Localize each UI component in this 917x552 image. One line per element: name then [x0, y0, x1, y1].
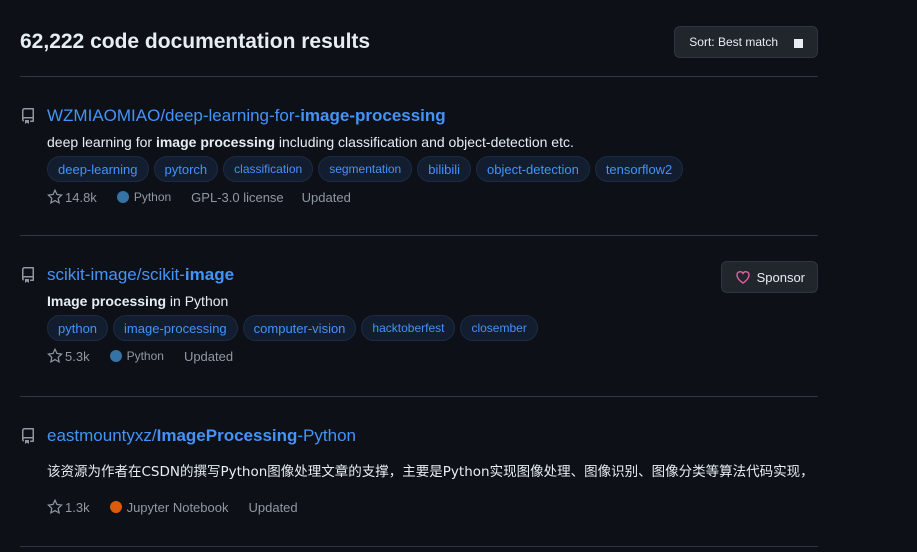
updated-label: Updated [183, 348, 234, 364]
repo-description: Image processing in Python [47, 293, 229, 309]
divider [20, 235, 818, 236]
sponsor-label: Sponsor [756, 269, 805, 285]
updated-label: Updated [301, 189, 351, 205]
search-result-2: scikit-image/scikit-image Sponsor Image … [20, 261, 818, 365]
repo-meta: 5.3k Python Updated [47, 347, 818, 365]
language: Jupyter Notebook [109, 500, 228, 515]
star-icon [47, 348, 63, 364]
divider [20, 546, 818, 547]
language-color-dot [109, 501, 122, 513]
topic-tag[interactable]: hacktoberfest [361, 315, 456, 341]
topic-tag[interactable]: deep-learning [47, 156, 149, 182]
topic-tag[interactable]: closember [460, 315, 538, 341]
topic-list: python image-processing computer-vision … [47, 315, 818, 341]
topic-tag[interactable]: tensorflow2 [594, 156, 684, 182]
repo-link[interactable]: eastmountyxz/ImageProcessing-Python [47, 426, 356, 446]
language: Python [109, 349, 164, 363]
repo-icon [21, 428, 34, 444]
language-color-dot [109, 350, 122, 362]
topic-tag[interactable]: classification [223, 156, 314, 182]
star-count[interactable]: 14.8k [47, 189, 97, 205]
topic-tag[interactable]: bilibili [417, 156, 472, 182]
repo-description: deep learning for image processing inclu… [47, 134, 574, 150]
repo-link[interactable]: WZMIAOMIAO/deep-learning-for-image-proce… [47, 106, 446, 126]
results-header: 62,222 code documentation results Sort: … [20, 24, 818, 60]
repo-icon [21, 267, 34, 283]
divider [20, 396, 818, 397]
repo-link[interactable]: scikit-image/scikit-image [47, 265, 234, 285]
language-color-dot [116, 191, 129, 203]
results-count-title: 62,222 code documentation results [20, 30, 371, 53]
star-icon [47, 189, 63, 205]
repo-meta: 1.3k Jupyter Notebook Updated [47, 498, 818, 516]
topic-tag[interactable]: object-detection [476, 156, 590, 182]
search-result-1: WZMIAOMIAO/deep-learning-for-image-proce… [20, 104, 818, 206]
topic-tag[interactable]: pytorch [153, 156, 219, 182]
repo-description: 该资源为作者在CSDN的撰写Python图像处理文章的支撑，主要是Python实… [47, 464, 814, 480]
sort-caret-icon [794, 38, 803, 48]
language: Python [116, 190, 171, 204]
topic-tag[interactable]: image-processing [113, 315, 238, 341]
topic-tag[interactable]: segmentation [318, 156, 413, 182]
search-result-3: eastmountyxz/ImageProcessing-Python 该资源为… [20, 424, 818, 516]
license: GPL-3.0 license [191, 189, 284, 205]
star-count[interactable]: 5.3k [47, 348, 90, 364]
divider [20, 76, 818, 77]
topic-tag[interactable]: python [47, 315, 109, 341]
repo-icon [21, 108, 34, 124]
sponsor-button[interactable]: Sponsor [720, 261, 818, 293]
sort-label: Sort: Best match [689, 35, 778, 49]
updated-label: Updated [248, 499, 298, 515]
star-count[interactable]: 1.3k [47, 499, 90, 515]
topic-list: deep-learning pytorch classification seg… [47, 156, 818, 182]
sort-dropdown-button[interactable]: Sort: Best match [674, 26, 818, 58]
repo-meta: 14.8k Python GPL-3.0 license Updated [47, 188, 818, 206]
heart-icon [735, 271, 750, 284]
star-icon [47, 499, 63, 515]
topic-tag[interactable]: computer-vision [242, 315, 357, 341]
